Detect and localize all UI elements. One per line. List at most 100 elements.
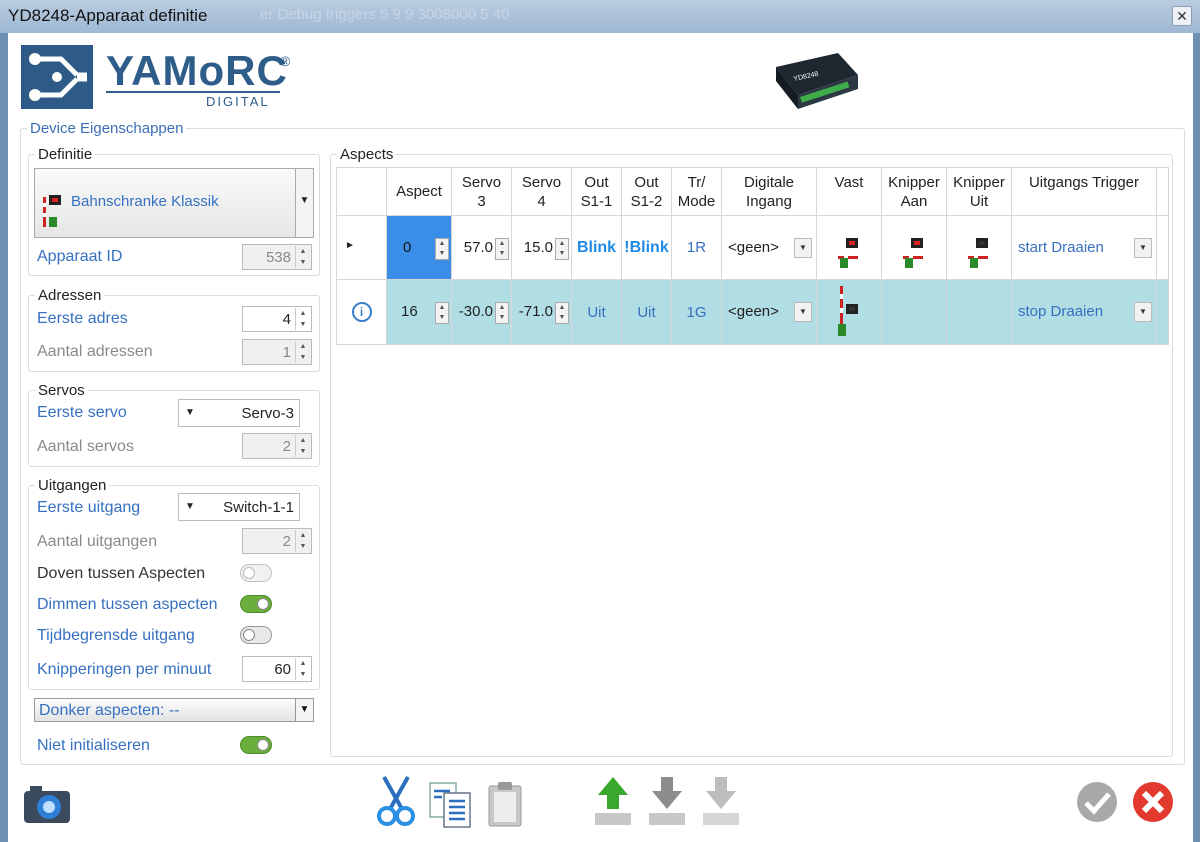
col-uitgangs-trigger[interactable]: Uitgangs Trigger — [1011, 167, 1157, 216]
out1-value: Uit — [587, 303, 606, 321]
servo4-cell[interactable]: -71.0 ▲ ▼ — [511, 279, 572, 345]
toggle-knob — [257, 598, 269, 610]
barrier-up-icon — [836, 286, 862, 344]
spinner-arrows[interactable]: ▲ ▼ — [555, 302, 569, 324]
dimmen-label: Dimmen tussen aspecten — [37, 596, 218, 613]
niet-init-label: Niet initialiseren — [37, 737, 150, 754]
eerste-adres-label: Eerste adres — [37, 310, 128, 327]
spinner-arrows[interactable]: ▲ ▼ — [555, 238, 569, 260]
dig-value: <geen> — [728, 239, 779, 256]
camera-icon[interactable] — [22, 783, 72, 829]
eerste-uitgang-select[interactable]: ▼ Switch-1-1 — [178, 493, 300, 521]
eerste-uitgang-label: Eerste uitgang — [37, 499, 141, 516]
dig-cell[interactable]: <geen> ▼ — [721, 279, 817, 345]
dialog-client: YAMoRC ® DIGITAL YD8248 Device Eigenscha… — [8, 33, 1193, 842]
tr-cell[interactable]: 1R — [671, 215, 722, 280]
col-label: Out — [584, 173, 609, 191]
aantal-uitgangen-field: 2 ▲ ▼ — [242, 528, 312, 554]
dropdown-arrow-icon[interactable]: ▼ — [794, 302, 812, 322]
spinner-arrows[interactable]: ▲ ▼ — [495, 238, 509, 260]
dimmen-toggle[interactable] — [240, 595, 272, 613]
out2-cell[interactable]: !Blink — [621, 215, 672, 280]
knipper-aan-cell[interactable] — [881, 215, 947, 280]
vast-cell[interactable] — [816, 279, 882, 345]
aspect-cell[interactable]: 0 ▲ ▼ — [386, 215, 452, 280]
col-tr-mode[interactable]: Tr/Mode — [671, 167, 722, 216]
spinner-arrows[interactable]: ▲ ▼ — [295, 308, 310, 330]
eerste-servo-label: Eerste servo — [37, 404, 127, 421]
toggle-knob — [243, 629, 255, 641]
cut-icon[interactable] — [376, 775, 416, 831]
download-icon[interactable] — [648, 775, 686, 831]
spinner-arrows: ▲ ▼ — [295, 246, 310, 268]
definitie-dropdown-arrow[interactable]: ▼ — [295, 169, 313, 237]
row-indicator[interactable]: ► — [336, 215, 387, 280]
niet-init-toggle[interactable] — [240, 736, 272, 754]
eerste-servo-value: Servo-3 — [241, 405, 294, 422]
tijdbegrensde-label: Tijdbegrensde uitgang — [37, 627, 195, 644]
copy-icon[interactable] — [428, 781, 474, 833]
tr-cell[interactable]: 1G — [671, 279, 722, 345]
uitgangen-legend: Uitgangen — [38, 477, 107, 494]
servo3-value: -30.0 — [458, 303, 493, 320]
doven-label: Doven tussen Aspecten — [37, 565, 206, 582]
servo3-cell[interactable]: -30.0 ▲ ▼ — [451, 279, 512, 345]
eerste-adres-field[interactable]: 4 ▲ ▼ — [242, 306, 312, 332]
spinner-arrows[interactable]: ▲ ▼ — [495, 302, 509, 324]
donker-aspecten-select[interactable]: Donker aspecten: -- ▼ — [34, 698, 314, 722]
servo3-value: 57.0 — [463, 239, 493, 256]
out2-cell[interactable]: Uit — [621, 279, 672, 345]
col-servo3[interactable]: Servo 3 — [451, 167, 512, 216]
spinner-arrows[interactable]: ▲ ▼ — [295, 658, 310, 680]
knipperingen-label: Knipperingen per minuut — [37, 661, 212, 678]
spinner-arrows[interactable]: ▲ ▼ — [435, 302, 449, 324]
info-icon: i — [351, 302, 372, 322]
col-knipper-aan[interactable]: Knipper Aan — [881, 167, 947, 216]
dropdown-arrow-icon[interactable]: ▼ — [1134, 238, 1152, 258]
aspect-cell[interactable]: 16 ▲ ▼ — [386, 279, 452, 345]
col-out-s1-1[interactable]: Out S1-1 — [571, 167, 622, 216]
knipper-uit-cell[interactable] — [946, 279, 1012, 345]
servo3-cell[interactable]: 57.0 ▲ ▼ — [451, 215, 512, 280]
table-row[interactable]: i 16 ▲ ▼ -30.0 ▲ ▼ -71.0 ▲ ▼ Uit Uit 1G <geen>… — [336, 279, 1169, 345]
knipperingen-field[interactable]: 60 ▲ ▼ — [242, 656, 312, 682]
definitie-select[interactable]: Bahnschranke Klassik ▼ — [34, 168, 314, 238]
col-vast[interactable]: Vast — [816, 167, 882, 216]
col-digitale-ingang[interactable]: Digitale Ingang — [721, 167, 817, 216]
dropdown-arrow-icon[interactable]: ▼ — [295, 699, 313, 721]
trigger-cell[interactable]: stop Draaien ▼ — [1011, 279, 1157, 345]
dig-cell[interactable]: <geen> ▼ — [721, 215, 817, 280]
col-label: Tr/ — [687, 173, 706, 191]
col-label: 4 — [537, 192, 546, 210]
upload-icon[interactable] — [594, 775, 632, 831]
trigger-value: start Draaien — [1018, 239, 1104, 256]
spinner-arrows[interactable]: ▲ ▼ — [435, 238, 449, 260]
knipper-uit-cell[interactable] — [946, 215, 1012, 280]
dropdown-arrow-icon: ▼ — [185, 407, 195, 418]
close-icon[interactable]: ✕ — [1172, 6, 1192, 26]
spinner-arrows: ▲ ▼ — [295, 530, 310, 552]
out1-cell[interactable]: Blink — [571, 215, 622, 280]
col-aspect[interactable]: Aspect — [386, 167, 452, 216]
tijdbegrensde-toggle[interactable] — [240, 626, 272, 644]
out1-value: Blink — [576, 238, 617, 256]
col-out-s1-2[interactable]: Out S1-2 — [621, 167, 672, 216]
doven-toggle[interactable] — [240, 564, 272, 582]
table-row[interactable]: ► 0 ▲ ▼ 57.0 ▲ ▼ 15.0 ▲ ▼ Blink !Blink 1R <gee… — [336, 215, 1169, 280]
col-knipper-uit[interactable]: Knipper Uit — [946, 167, 1012, 216]
vast-cell[interactable] — [816, 215, 882, 280]
col-servo4[interactable]: Servo 4 — [511, 167, 572, 216]
eerste-servo-select[interactable]: ▼ Servo-3 — [178, 399, 300, 427]
aantal-servos-value: 2 — [282, 438, 291, 455]
dropdown-arrow-icon[interactable]: ▼ — [794, 238, 812, 258]
cancel-icon[interactable] — [1132, 781, 1174, 827]
trigger-cell[interactable]: start Draaien ▼ — [1011, 215, 1157, 280]
filler-cell — [1156, 279, 1169, 345]
dropdown-arrow-icon[interactable]: ▼ — [1134, 302, 1152, 322]
spinner-arrows: ▲ ▼ — [295, 435, 310, 457]
row-indicator[interactable]: i — [336, 279, 387, 345]
ok-check-icon[interactable] — [1076, 781, 1118, 827]
out1-cell[interactable]: Uit — [571, 279, 622, 345]
servo4-cell[interactable]: 15.0 ▲ ▼ — [511, 215, 572, 280]
knipper-aan-cell[interactable] — [881, 279, 947, 345]
